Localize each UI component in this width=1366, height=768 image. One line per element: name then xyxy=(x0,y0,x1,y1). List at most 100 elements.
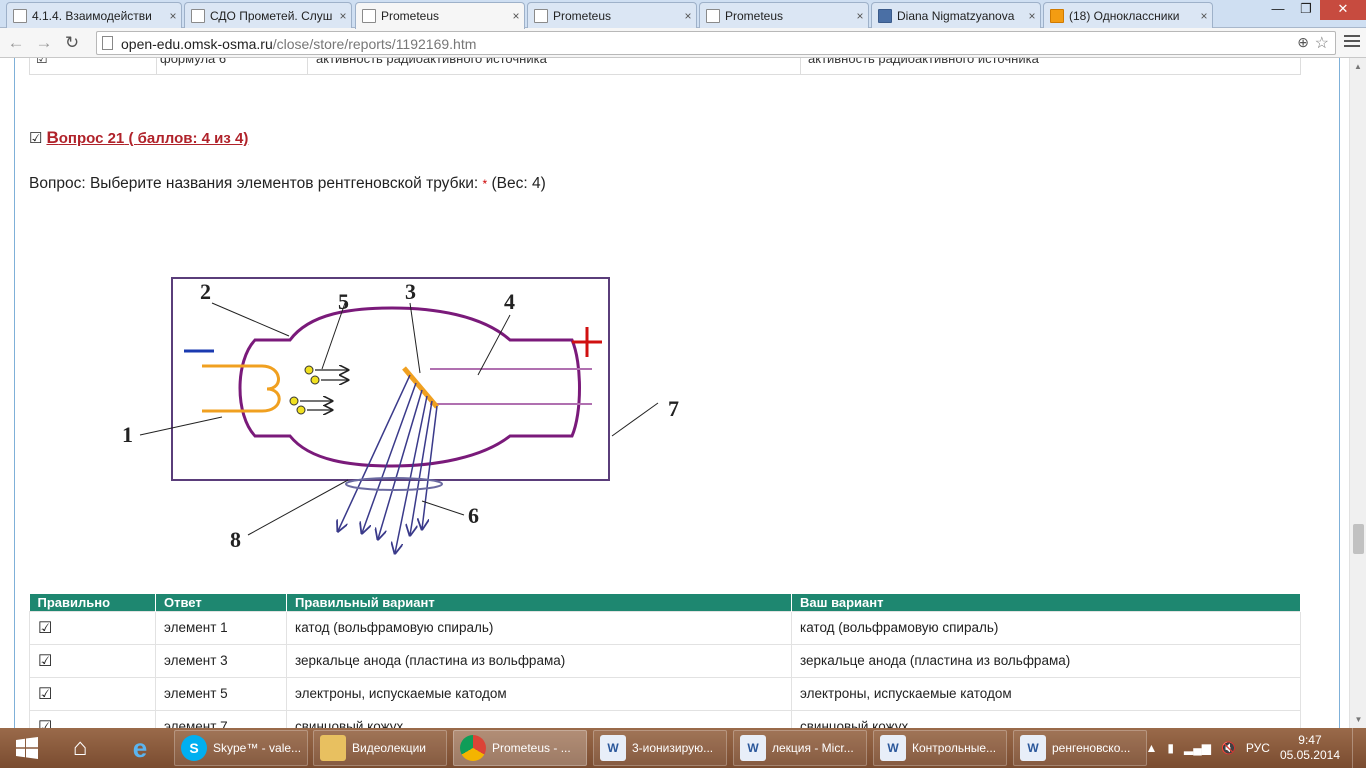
glass-tube xyxy=(238,306,581,468)
cell-correct: электроны, испускаемые катодом xyxy=(286,676,792,711)
tab-strip: 4.1.4. Взаимодействи × СДО Прометей. Слу… xyxy=(0,0,1366,29)
diagram-label-4: 4 xyxy=(504,289,515,314)
vertical-scrollbar[interactable]: ▲ ▼ xyxy=(1349,58,1366,728)
cell-yours: свинцовый кожух xyxy=(791,709,1301,728)
column-header: Правильно xyxy=(29,594,156,611)
windows-logo-icon xyxy=(16,737,38,759)
question-weight: (Вес: 4) xyxy=(491,175,546,192)
cell-answer: элемент 5 xyxy=(155,676,287,711)
menu-icon[interactable] xyxy=(1344,35,1360,50)
start-button[interactable] xyxy=(4,730,50,766)
tray-arrow-icon[interactable]: ▲ xyxy=(1145,741,1157,755)
close-icon[interactable]: × xyxy=(1196,9,1212,23)
question-title: опрос 21 xyxy=(58,130,125,147)
home-icon[interactable]: ⌂ xyxy=(58,730,102,766)
checkbox-icon: ☑ xyxy=(36,58,48,66)
close-icon[interactable]: × xyxy=(680,9,696,23)
taskbar-app[interactable]: W лекция - Micr... xyxy=(733,730,867,766)
chrome-icon xyxy=(460,735,486,761)
taskbar-app-label: Контрольные... xyxy=(912,741,997,755)
word-icon: W xyxy=(1020,735,1046,761)
browser-toolbar: ← → ↻ open-edu.omsk-osma.ru/close/store/… xyxy=(0,28,1366,58)
scroll-up-icon[interactable]: ▲ xyxy=(1350,58,1366,75)
taskbar-app[interactable]: S Skype™ - vale... xyxy=(174,730,308,766)
checkbox-icon: ☑ xyxy=(29,643,156,678)
vk-icon xyxy=(878,8,892,23)
close-icon[interactable]: × xyxy=(1024,9,1040,23)
minimize-button[interactable]: — xyxy=(1264,0,1292,20)
back-icon[interactable]: ← xyxy=(6,33,26,53)
word-icon: W xyxy=(740,735,766,761)
checkbox-icon: ☑ xyxy=(29,610,156,645)
ie-icon[interactable]: e xyxy=(118,730,162,766)
cell-answer: элемент 1 xyxy=(155,610,287,645)
taskbar-app-label: ренгеновско... xyxy=(1052,741,1131,755)
ok-icon xyxy=(1050,8,1064,23)
close-icon[interactable]: × xyxy=(852,9,868,23)
prompt-text: Вопрос: Выберите названия элементов рент… xyxy=(29,175,479,192)
question-heading[interactable]: ☑ Вопрос 21 ( баллов: 4 из 4) xyxy=(29,128,248,148)
bookmark-star-icon[interactable]: ☆ xyxy=(1315,33,1329,53)
page-icon xyxy=(102,36,113,50)
scroll-down-icon[interactable]: ▼ xyxy=(1350,711,1366,728)
table-row: ☑ элемент 1 катод (вольфрамовую спираль)… xyxy=(29,610,1301,645)
page-icon xyxy=(362,9,376,23)
taskbar-app[interactable]: Видеолекции xyxy=(313,730,447,766)
question-title-initial: В xyxy=(46,128,59,147)
volume-icon[interactable]: 🔇 xyxy=(1221,741,1236,755)
close-icon[interactable]: × xyxy=(335,9,351,23)
browser-tab[interactable]: (18) Одноклассники × xyxy=(1043,2,1213,28)
checkbox-icon: ☑ xyxy=(29,130,43,147)
table-row: ☑ элемент 5 электроны, испускаемые катод… xyxy=(29,676,1301,711)
score-value: : 4 из 4) xyxy=(192,130,249,147)
taskbar-app-label: Skype™ - vale... xyxy=(213,741,302,755)
browser-tab[interactable]: Prometeus × xyxy=(699,2,869,28)
taskbar-app-label: Видеолекции xyxy=(352,741,426,755)
cell-yours: катод (вольфрамовую спираль) xyxy=(791,610,1301,645)
language-indicator[interactable]: РУС xyxy=(1246,741,1270,755)
cell-correct: активность радиоактивного источника xyxy=(316,58,547,66)
tab-title: 4.1.4. Взаимодействи xyxy=(32,8,152,23)
page-icon xyxy=(706,8,720,23)
taskbar-app[interactable]: W ренгеновско... xyxy=(1013,730,1147,766)
cell-yours: активность радиоактивного источника xyxy=(808,58,1039,66)
tab-title: Prometeus xyxy=(553,8,612,23)
windows-taskbar: ⌂ e S Skype™ - vale... Видеолекции Prome… xyxy=(0,728,1366,768)
browser-tab[interactable]: Prometeus × xyxy=(527,2,697,28)
browser-tab[interactable]: 4.1.4. Взаимодействи × xyxy=(6,2,182,28)
zoom-icon[interactable]: ⊕ xyxy=(1297,34,1309,51)
diagram-label-7: 7 xyxy=(668,396,679,421)
tab-title: (18) Одноклассники xyxy=(1069,8,1180,23)
word-icon: W xyxy=(880,735,906,761)
table-header-row: Правильно Ответ Правильный вариант Ваш в… xyxy=(29,594,1301,611)
tab-title: Prometeus xyxy=(725,8,784,23)
close-icon[interactable]: × xyxy=(165,9,181,23)
column-header: Правильный вариант xyxy=(286,594,792,611)
column-header: Ваш вариант xyxy=(791,594,1301,611)
reload-icon[interactable]: ↻ xyxy=(62,33,82,53)
taskbar-app-active[interactable]: Prometeus - ... xyxy=(453,730,587,766)
cell-correct: катод (вольфрамовую спираль) xyxy=(286,610,792,645)
diagram-label-6: 6 xyxy=(468,503,479,528)
show-desktop-button[interactable] xyxy=(1352,728,1366,768)
maximize-button[interactable]: ❐ xyxy=(1292,0,1320,20)
scroll-thumb[interactable] xyxy=(1353,524,1364,554)
signal-icon[interactable]: ▂▄▆ xyxy=(1184,741,1211,755)
browser-tab[interactable]: Diana Nigmatzyanova × xyxy=(871,2,1041,28)
clock[interactable]: 9:47 05.05.2014 xyxy=(1280,733,1340,763)
close-window-button[interactable]: ✕ xyxy=(1320,0,1366,20)
browser-tab[interactable]: СДО Прометей. Слуш × xyxy=(184,2,352,28)
taskbar-app[interactable]: W 3-ионизирую... xyxy=(593,730,727,766)
taskbar-app[interactable]: W Контрольные... xyxy=(873,730,1007,766)
checkbox-icon: ☑ xyxy=(29,709,156,728)
browser-tab-active[interactable]: Prometeus × xyxy=(355,2,525,29)
battery-icon[interactable]: ▮ xyxy=(1167,741,1174,755)
column-header: Ответ xyxy=(155,594,287,611)
forward-icon[interactable]: → xyxy=(34,33,54,53)
taskbar-app-label: Prometeus - ... xyxy=(492,741,571,755)
close-icon[interactable]: × xyxy=(508,9,524,23)
checkbox-icon: ☑ xyxy=(29,676,156,711)
url-text: open-edu.omsk-osma.ru/close/store/report… xyxy=(121,36,476,52)
address-bar[interactable]: open-edu.omsk-osma.ru/close/store/report… xyxy=(96,31,1336,55)
page-icon xyxy=(191,8,205,23)
